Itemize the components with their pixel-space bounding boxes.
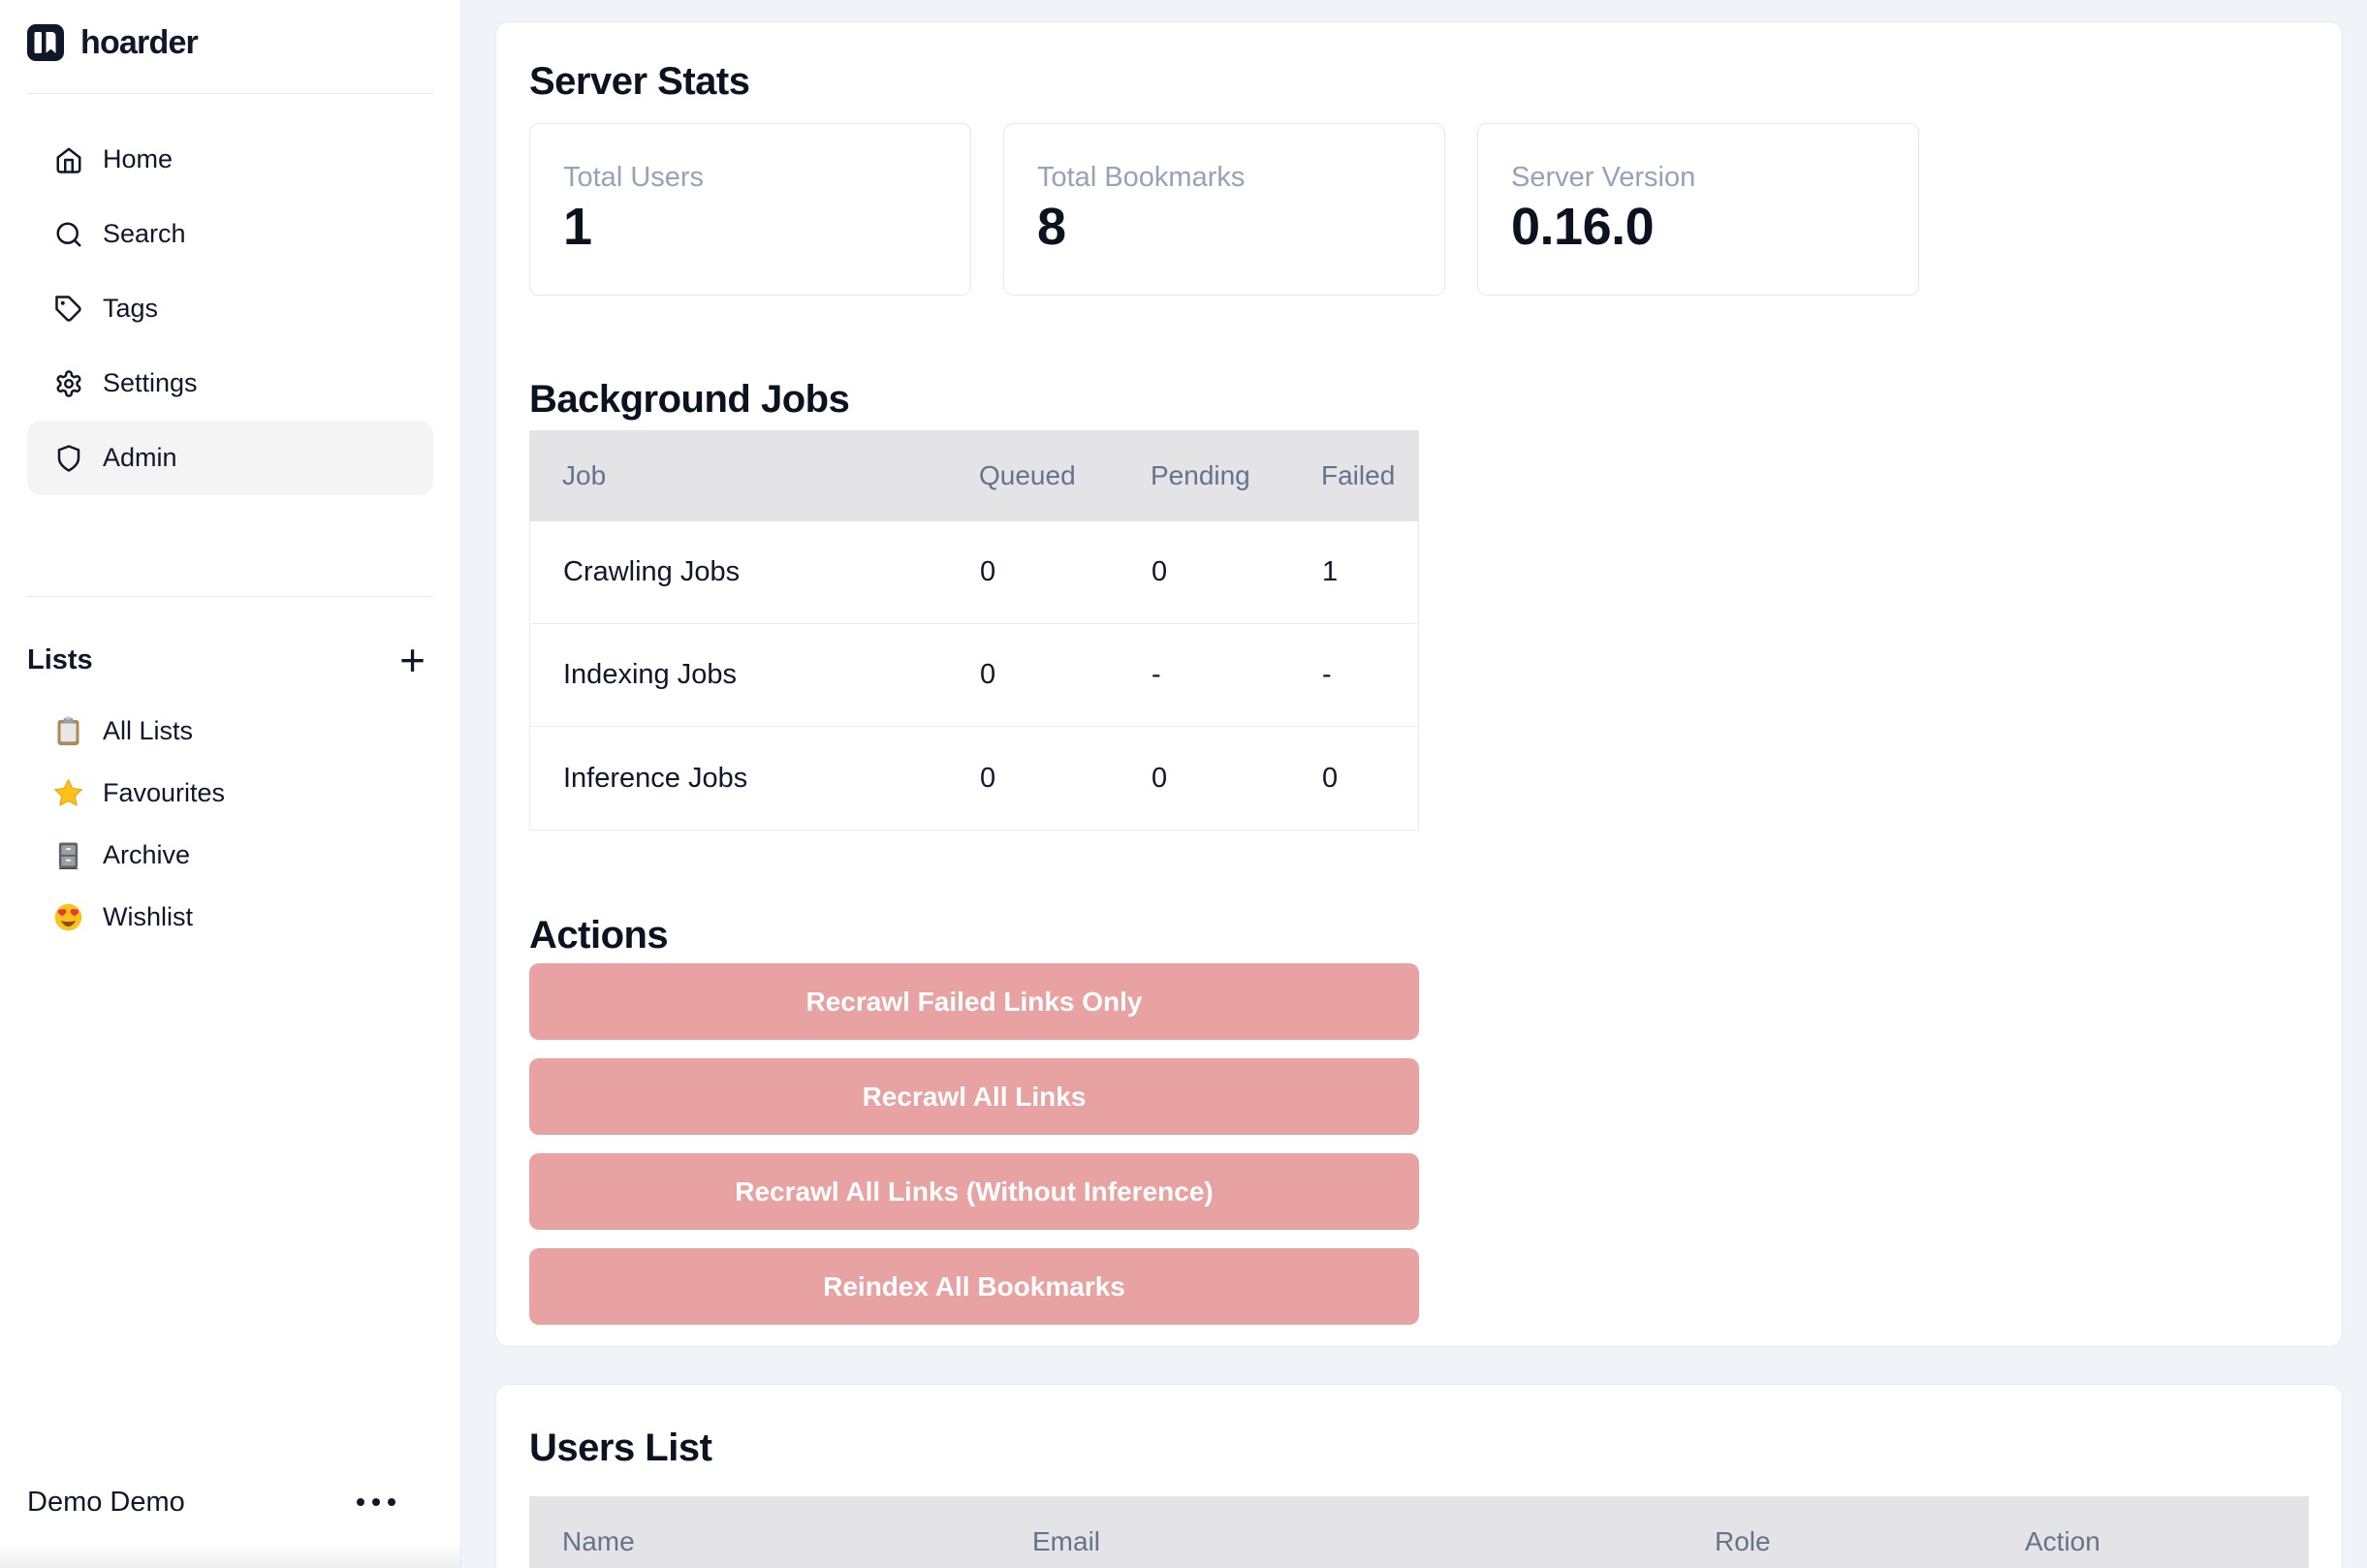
recrawl-all-links-without-inference-button[interactable]: Recrawl All Links (Without Inference) <box>529 1153 1419 1230</box>
server-stats-cards: Total Users 1 Total Bookmarks 8 Server V… <box>529 123 2309 296</box>
sidebar: hoarder Home Search Tags <box>0 0 461 1568</box>
nav-label: Home <box>103 144 173 174</box>
col-header-failed: Failed <box>1321 460 1419 491</box>
pending-cell: 0 <box>1152 556 1322 588</box>
tag-icon <box>54 295 83 324</box>
list-label: Favourites <box>103 778 225 808</box>
sidebar-item-favourites[interactable]: Favourites <box>27 762 433 824</box>
nav-label: Tags <box>103 294 158 324</box>
sidebar-item-search[interactable]: Search <box>27 197 433 271</box>
queued-cell: 0 <box>980 659 1152 691</box>
reindex-all-bookmarks-button[interactable]: Reindex All Bookmarks <box>529 1248 1419 1325</box>
table-row-inference: Inference Jobs 0 0 0 <box>530 727 1418 830</box>
stat-label: Server Version <box>1511 163 1885 192</box>
sidebar-item-admin[interactable]: Admin <box>27 421 433 495</box>
col-header-job: Job <box>529 460 979 491</box>
recrawl-failed-links-button[interactable]: Recrawl Failed Links Only <box>529 963 1419 1040</box>
sidebar-spacer <box>27 948 433 1473</box>
sidebar-nav: Home Search Tags Settings <box>27 122 433 495</box>
col-header-name: Name <box>529 1526 1032 1557</box>
logo-text: hoarder <box>80 24 198 62</box>
background-jobs-table: Job Queued Pending Failed Crawling Jobs … <box>529 430 1419 831</box>
nav-label: Admin <box>103 443 177 473</box>
sidebar-item-wishlist[interactable]: Wishlist <box>27 886 433 948</box>
pending-cell: 0 <box>1152 763 1322 795</box>
users-list-card: Users List Name Email Role Action <box>495 1384 2343 1568</box>
table-header-row: Job Queued Pending Failed <box>529 430 1419 521</box>
table-row-crawling: Crawling Jobs 0 0 1 <box>530 521 1418 624</box>
admin-panel-card: Server Stats Total Users 1 Total Bookmar… <box>495 21 2343 1347</box>
table-body: Crawling Jobs 0 0 1 Indexing Jobs 0 - - … <box>529 521 1419 831</box>
app-root: hoarder Home Search Tags <box>0 0 2367 1568</box>
sidebar-item-all-lists[interactable]: All Lists <box>27 700 433 762</box>
actions-title: Actions <box>529 913 2309 957</box>
lists-header: Lists + <box>27 641 433 679</box>
failed-cell: 1 <box>1322 556 1418 588</box>
job-cell: Indexing Jobs <box>530 659 980 691</box>
nav-label: Search <box>103 219 186 249</box>
table-row-indexing: Indexing Jobs 0 - - <box>530 624 1418 727</box>
sidebar-item-tags[interactable]: Tags <box>27 271 433 346</box>
clipboard-emoji-icon <box>52 715 84 747</box>
sidebar-item-settings[interactable]: Settings <box>27 346 433 421</box>
stat-card-server-version: Server Version 0.16.0 <box>1477 123 1919 296</box>
users-list-title: Users List <box>529 1426 2309 1470</box>
background-jobs-title: Background Jobs <box>529 377 2309 422</box>
stat-card-total-bookmarks: Total Bookmarks 8 <box>1003 123 1445 296</box>
search-icon <box>54 220 83 249</box>
queued-cell: 0 <box>980 556 1152 588</box>
ellipsis-icon[interactable] <box>357 1498 395 1506</box>
server-stats-title: Server Stats <box>529 59 2309 104</box>
hoarder-logo-icon <box>27 24 64 61</box>
stat-value: 1 <box>563 200 937 254</box>
user-menu[interactable]: Demo Demo <box>27 1473 433 1531</box>
heart-eyes-emoji-icon <box>52 901 84 933</box>
stat-card-total-users: Total Users 1 <box>529 123 971 296</box>
list-label: Archive <box>103 840 190 870</box>
sidebar-divider <box>27 93 433 94</box>
add-list-button[interactable]: + <box>399 645 426 674</box>
nav-label: Settings <box>103 368 198 398</box>
star-emoji-icon <box>52 777 84 809</box>
home-icon <box>54 145 83 174</box>
job-cell: Crawling Jobs <box>530 556 980 588</box>
stat-value: 0.16.0 <box>1511 200 1885 254</box>
hoarder-logo[interactable]: hoarder <box>27 24 433 61</box>
queued-cell: 0 <box>980 763 1152 795</box>
users-table-header-row: Name Email Role Action <box>529 1496 2309 1568</box>
lists-title: Lists <box>27 644 93 676</box>
stat-label: Total Users <box>563 163 937 192</box>
col-header-action: Action <box>2025 1526 2309 1557</box>
list-label: All Lists <box>103 716 193 746</box>
failed-cell: 0 <box>1322 763 1418 795</box>
stat-label: Total Bookmarks <box>1037 163 1411 192</box>
lists-section: All Lists Favourites Archive <box>27 700 433 948</box>
stat-value: 8 <box>1037 200 1411 254</box>
sidebar-item-archive[interactable]: Archive <box>27 824 433 886</box>
shield-icon <box>54 444 83 473</box>
col-header-email: Email <box>1032 1526 1715 1557</box>
col-header-pending: Pending <box>1151 460 1321 491</box>
recrawl-all-links-button[interactable]: Recrawl All Links <box>529 1058 1419 1135</box>
actions-buttons: Recrawl Failed Links Only Recrawl All Li… <box>529 963 1419 1325</box>
file-cabinet-emoji-icon <box>52 839 84 871</box>
sidebar-item-home[interactable]: Home <box>27 122 433 197</box>
main-content: Server Stats Total Users 1 Total Bookmar… <box>461 0 2367 1568</box>
col-header-role: Role <box>1715 1526 2025 1557</box>
job-cell: Inference Jobs <box>530 763 980 795</box>
col-header-queued: Queued <box>979 460 1151 491</box>
user-name: Demo Demo <box>27 1487 185 1519</box>
pending-cell: - <box>1152 659 1322 691</box>
gear-icon <box>54 369 83 398</box>
failed-cell: - <box>1322 659 1418 691</box>
list-label: Wishlist <box>103 902 193 932</box>
sidebar-divider <box>27 596 433 597</box>
